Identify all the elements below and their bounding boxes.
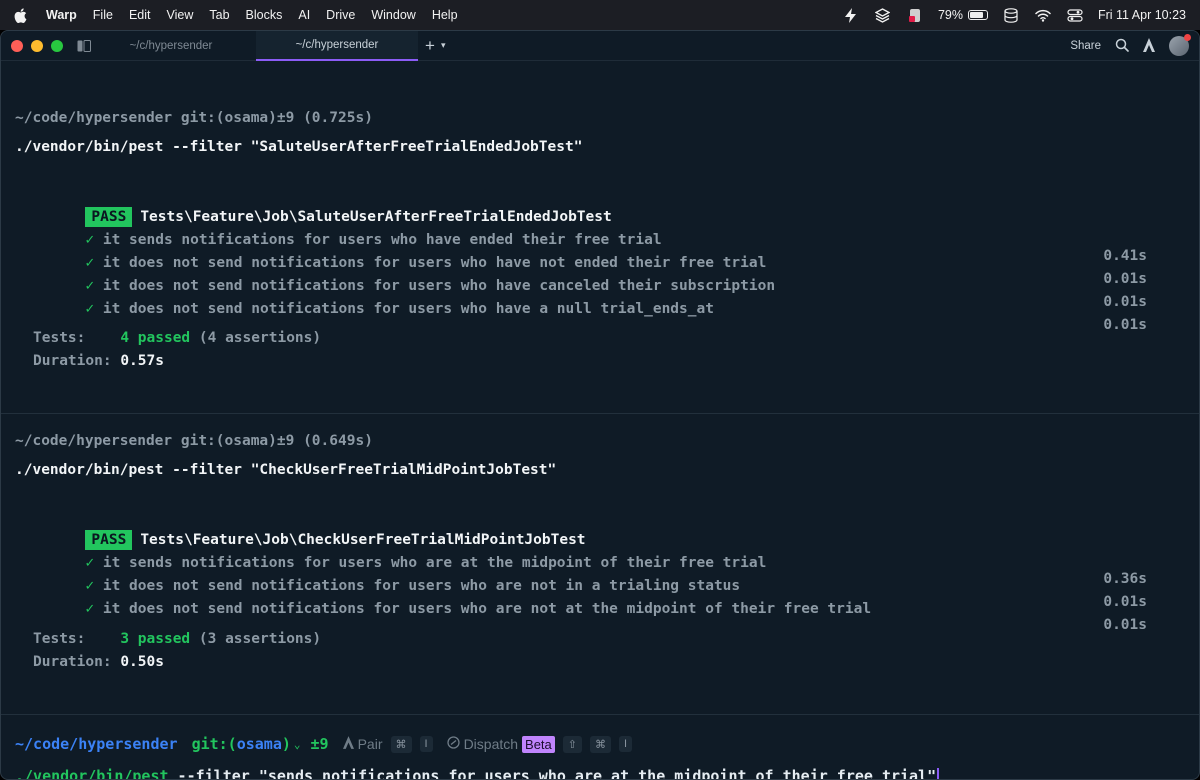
dispatch-button[interactable]: Dispatch Beta ⇧ ⌘ I bbox=[446, 735, 633, 753]
tab-bar: ~/c/hypersender ~/c/hypersender + ▾ Shar… bbox=[1, 31, 1199, 61]
text-cursor bbox=[937, 767, 940, 779]
avatar[interactable] bbox=[1169, 34, 1191, 56]
menu-drive[interactable]: Drive bbox=[326, 8, 355, 22]
prompt-modified-count: ±9 bbox=[310, 735, 329, 753]
duration-value: 0.50s bbox=[120, 654, 164, 670]
command-input-bin: ./vendor/bin/pest bbox=[15, 767, 169, 780]
battery-icon bbox=[967, 10, 988, 20]
duration-summary: Duration: 0.50s bbox=[33, 654, 164, 670]
prompt-branch: osama bbox=[236, 735, 282, 753]
app-status-icon[interactable] bbox=[906, 7, 924, 23]
menu-edit[interactable]: Edit bbox=[129, 8, 151, 22]
tests-label: Tests: bbox=[33, 330, 86, 346]
test-name: it does not send notifications for users… bbox=[102, 301, 714, 317]
duration-value: 0.57s bbox=[120, 353, 164, 369]
pair-icon bbox=[342, 736, 354, 752]
input-divider bbox=[1, 714, 1199, 715]
menu-file[interactable]: File bbox=[93, 8, 113, 22]
check-icon: ✓ bbox=[85, 601, 95, 617]
battery-status[interactable]: 79% bbox=[938, 8, 988, 22]
new-tab-controls: + ▾ bbox=[425, 37, 445, 54]
menu-bar: Warp File Edit View Tab Blocks AI Drive … bbox=[0, 0, 1200, 30]
tab-2-active[interactable]: ~/c/hypersender bbox=[256, 31, 418, 61]
duration-summary: Duration: 0.57s bbox=[33, 353, 164, 369]
search-icon[interactable] bbox=[1115, 38, 1129, 55]
wifi-icon[interactable] bbox=[1034, 7, 1052, 23]
maximize-window-button[interactable] bbox=[51, 39, 63, 52]
new-tab-plus-icon[interactable]: + bbox=[425, 37, 435, 54]
pair-shortcut-i: I bbox=[419, 736, 433, 752]
tests-summary: Tests: 3 passed (3 assertions) bbox=[33, 631, 321, 647]
sidebar-toggle-icon[interactable] bbox=[77, 39, 91, 52]
tab-1-label: ~/c/hypersender bbox=[129, 40, 213, 52]
battery-fill bbox=[969, 12, 983, 18]
tab-2-label: ~/c/hypersender bbox=[295, 39, 379, 51]
minimize-window-button[interactable] bbox=[31, 39, 43, 52]
tests-label: Tests: bbox=[33, 631, 86, 647]
dispatch-icon bbox=[446, 736, 460, 752]
prompt-git-close: ) bbox=[281, 735, 291, 753]
menu-blocks[interactable]: Blocks bbox=[246, 8, 283, 22]
check-icon: ✓ bbox=[85, 301, 95, 317]
dispatch-shortcut-shift: ⇧ bbox=[562, 735, 582, 753]
passed-count: 4 passed bbox=[120, 330, 191, 346]
share-button[interactable]: Share bbox=[1070, 40, 1101, 52]
warp-ai-icon[interactable] bbox=[1143, 37, 1155, 55]
test-time: 0.01s bbox=[1103, 317, 1147, 333]
notification-dot bbox=[1184, 34, 1191, 41]
apple-icon[interactable] bbox=[14, 7, 28, 23]
dispatch-shortcut-i: I bbox=[619, 736, 633, 752]
command-input-args: --filter "sends notifications for users … bbox=[168, 767, 937, 780]
passed-count: 3 passed bbox=[120, 631, 191, 647]
window-controls bbox=[1, 39, 63, 52]
test-name: it does not send notifications for users… bbox=[102, 601, 872, 617]
duration-label: Duration: bbox=[33, 353, 112, 369]
branch-chevron-icon[interactable]: ⌄ bbox=[294, 738, 301, 751]
block-1-command[interactable]: ./vendor/bin/pest --filter "SaluteUserAf… bbox=[15, 139, 582, 155]
close-window-button[interactable] bbox=[11, 39, 23, 52]
test-time: 0.01s bbox=[1103, 617, 1147, 633]
prompt-git-label: git:( bbox=[191, 735, 237, 753]
beta-badge: Beta bbox=[522, 735, 555, 753]
pair-shortcut-cmd: ⌘ bbox=[390, 735, 412, 753]
tab-bar-actions: Share bbox=[1070, 31, 1191, 61]
bolt-icon[interactable] bbox=[842, 7, 860, 23]
menu-tab[interactable]: Tab bbox=[209, 8, 229, 22]
chevron-down-icon[interactable]: ▾ bbox=[441, 40, 446, 51]
block-divider bbox=[1, 413, 1199, 414]
block-2-command[interactable]: ./vendor/bin/pest --filter "CheckUserFre… bbox=[15, 462, 556, 478]
database-icon[interactable] bbox=[1002, 7, 1020, 23]
menu-app-warp[interactable]: Warp bbox=[46, 8, 77, 22]
block-1-prompt: ~/code/hypersender git:(osama)±9 (0.725s… bbox=[15, 110, 373, 126]
duration-label: Duration: bbox=[33, 654, 112, 670]
menu-view[interactable]: View bbox=[167, 8, 194, 22]
pair-label: Pair bbox=[357, 736, 383, 752]
block-2-prompt: ~/code/hypersender git:(osama)±9 (0.649s… bbox=[15, 433, 373, 449]
control-center-icon[interactable] bbox=[1066, 7, 1084, 23]
battery-percent: 79% bbox=[937, 8, 963, 22]
dispatch-shortcut-cmd: ⌘ bbox=[590, 735, 611, 753]
menu-ai[interactable]: AI bbox=[298, 8, 310, 22]
pair-button[interactable]: Pair ⌘ I bbox=[342, 735, 433, 753]
dispatch-label: Dispatch bbox=[463, 736, 519, 752]
assertion-count: (3 assertions) bbox=[198, 631, 322, 647]
tab-1[interactable]: ~/c/hypersender bbox=[91, 31, 251, 61]
tests-summary: Tests: 4 passed (4 assertions) bbox=[33, 330, 321, 346]
input-prompt-bar: ~/code/hypersender git:(osama) ⌄ ±9 Pair… bbox=[15, 735, 633, 753]
menu-help[interactable]: Help bbox=[432, 8, 458, 22]
prompt-path: ~/code/hypersender bbox=[15, 735, 178, 753]
command-input[interactable]: ./vendor/bin/pest --filter "sends notifi… bbox=[15, 767, 940, 780]
warp-window: ~/c/hypersender ~/c/hypersender + ▾ Shar… bbox=[0, 30, 1200, 780]
clock[interactable]: Fri 11 Apr 10:23 bbox=[1098, 8, 1186, 22]
menu-window[interactable]: Window bbox=[371, 8, 415, 22]
layers-icon[interactable] bbox=[874, 7, 892, 23]
assertion-count: (4 assertions) bbox=[198, 330, 322, 346]
